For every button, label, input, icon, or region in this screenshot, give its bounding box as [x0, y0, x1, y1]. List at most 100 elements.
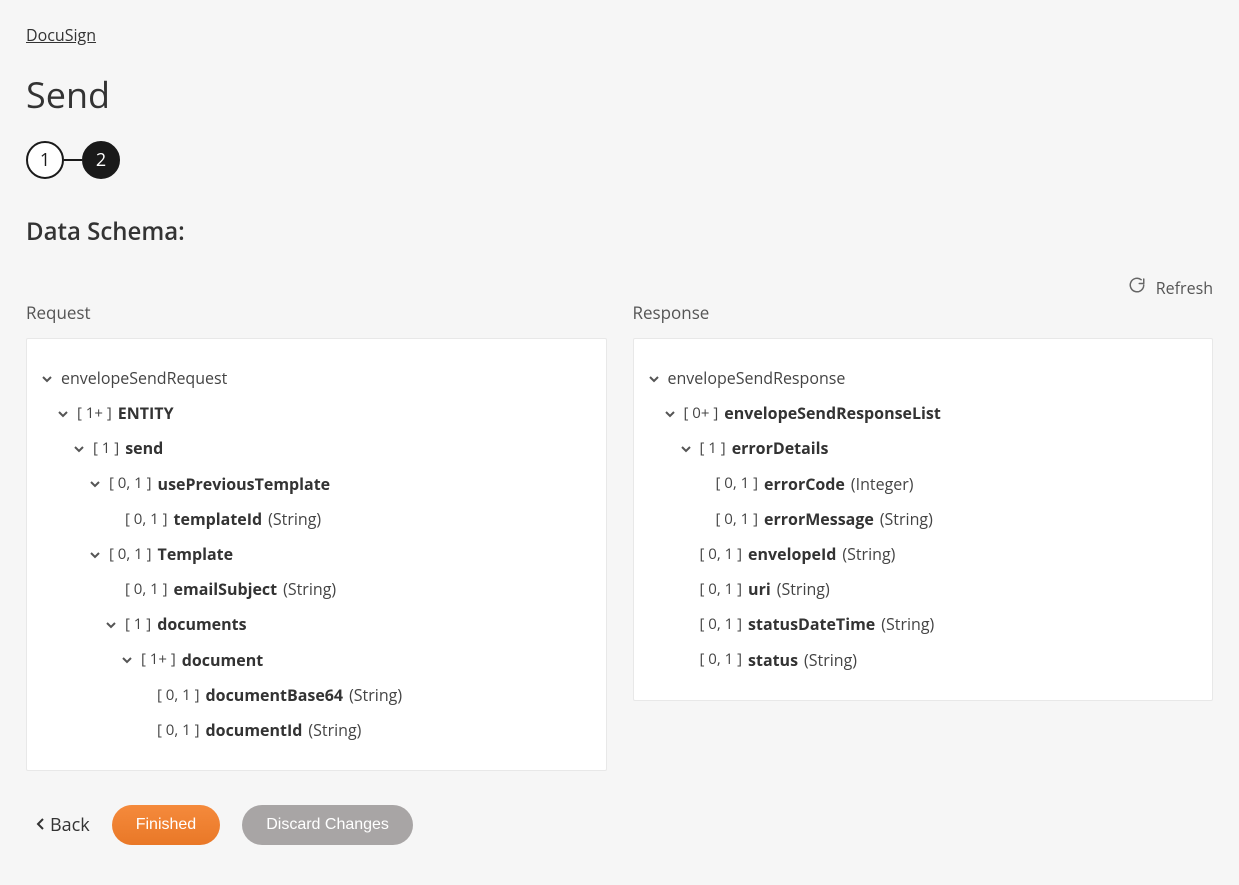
- finished-button[interactable]: Finished: [112, 805, 220, 845]
- cardinality: [ 0, 1 ]: [109, 542, 152, 568]
- response-column-title: Response: [633, 301, 1214, 324]
- cardinality: [ 0, 1 ]: [700, 577, 743, 603]
- step-2[interactable]: 2: [82, 141, 120, 179]
- cardinality: [ 0, 1 ]: [125, 577, 168, 603]
- chevron-down-icon[interactable]: [87, 476, 103, 492]
- tree-node-label: ENTITY: [118, 400, 174, 427]
- refresh-button[interactable]: Refresh: [1128, 276, 1213, 299]
- tree-leaf-spacer: [678, 547, 694, 563]
- back-label: Back: [50, 813, 90, 837]
- tree-leaf-spacer: [694, 476, 710, 492]
- cardinality: [ 0, 1 ]: [716, 507, 759, 533]
- chevron-down-icon[interactable]: [39, 371, 55, 387]
- request-column: Request envelopeSendRequest: [26, 301, 607, 771]
- tree-node-documentBase64[interactable]: [ 0, 1 ] documentBase64 (String): [135, 678, 594, 713]
- tree-leaf-spacer: [694, 511, 710, 527]
- tree-node-envelopeSendRequest[interactable]: envelopeSendRequest: [39, 361, 594, 396]
- tree-node-status[interactable]: [ 0, 1 ] status (String): [678, 643, 1201, 678]
- tree-node-type: (Integer): [851, 471, 914, 498]
- cardinality: [ 1 ]: [125, 612, 151, 638]
- cardinality: [ 1+ ]: [77, 401, 112, 427]
- tree-node-errorDetails[interactable]: [ 1 ] errorDetails: [678, 431, 1201, 466]
- tree-node-usePreviousTemplate[interactable]: [ 0, 1 ] usePreviousTemplate: [87, 467, 594, 502]
- chevron-down-icon[interactable]: [119, 652, 135, 668]
- tree-node-label: documentBase64: [206, 682, 344, 709]
- tree-node-type: (String): [777, 576, 830, 603]
- tree-leaf-spacer: [678, 617, 694, 633]
- tree-node-template[interactable]: [ 0, 1 ] Template: [87, 537, 594, 572]
- chevron-down-icon[interactable]: [55, 406, 71, 422]
- tree-node-errorCode[interactable]: [ 0, 1 ] errorCode (Integer): [694, 467, 1201, 502]
- tree-node-label: statusDateTime: [748, 611, 875, 638]
- tree-node-label: document: [182, 647, 263, 674]
- tree-node-templateId[interactable]: [ 0, 1 ] templateId (String): [103, 502, 594, 537]
- tree-node-label: usePreviousTemplate: [158, 471, 331, 498]
- tree-node-type: (String): [880, 506, 933, 533]
- tree-node-label: envelopeId: [748, 541, 836, 568]
- chevron-down-icon[interactable]: [646, 371, 662, 387]
- chevron-down-icon[interactable]: [71, 441, 87, 457]
- tree-node-type: (String): [842, 541, 895, 568]
- tree-node-documents[interactable]: [ 1 ] documents: [103, 607, 594, 642]
- tree-node-label: status: [748, 647, 798, 674]
- breadcrumb-docusign[interactable]: DocuSign: [26, 24, 96, 46]
- tree-node-envelopeSendResponseList[interactable]: [ 0+ ] envelopeSendResponseList: [662, 396, 1201, 431]
- tree-node-label: errorDetails: [732, 435, 829, 462]
- tree-leaf-spacer: [678, 582, 694, 598]
- tree-node-label: Template: [158, 541, 234, 568]
- page-title: Send: [26, 70, 1213, 119]
- tree-node-uri[interactable]: [ 0, 1 ] uri (String): [678, 572, 1201, 607]
- response-column: Response envelopeSendResponse: [633, 301, 1214, 771]
- tree-node-label: envelopeSendResponseList: [724, 400, 941, 427]
- cardinality: [ 1 ]: [93, 436, 119, 462]
- step-connector: [64, 159, 82, 161]
- tree-node-send[interactable]: [ 1 ] send: [71, 431, 594, 466]
- stepper: 1 2: [26, 141, 1213, 179]
- refresh-icon: [1128, 276, 1146, 299]
- tree-node-label: documents: [157, 611, 246, 638]
- tree-node-type: (String): [349, 682, 402, 709]
- chevron-down-icon[interactable]: [678, 441, 694, 457]
- tree-node-label: emailSubject: [174, 576, 278, 603]
- tree-node-errorMessage[interactable]: [ 0, 1 ] errorMessage (String): [694, 502, 1201, 537]
- tree-node-statusDateTime[interactable]: [ 0, 1 ] statusDateTime (String): [678, 607, 1201, 642]
- tree-node-envelopeId[interactable]: [ 0, 1 ] envelopeId (String): [678, 537, 1201, 572]
- chevron-left-icon: [36, 813, 46, 837]
- cardinality: [ 0, 1 ]: [157, 683, 200, 709]
- request-column-title: Request: [26, 301, 607, 324]
- back-button[interactable]: Back: [36, 813, 90, 837]
- tree-leaf-spacer: [135, 722, 151, 738]
- section-title-data-schema: Data Schema:: [26, 215, 1213, 248]
- cardinality: [ 0, 1 ]: [700, 647, 743, 673]
- cardinality: [ 0, 1 ]: [700, 542, 743, 568]
- tree-node-label: errorMessage: [764, 506, 874, 533]
- step-1[interactable]: 1: [26, 141, 64, 179]
- cardinality: [ 0, 1 ]: [109, 471, 152, 497]
- tree-node-type: (String): [268, 506, 321, 533]
- cardinality: [ 1 ]: [700, 436, 726, 462]
- tree-leaf-spacer: [103, 511, 119, 527]
- tree-leaf-spacer: [103, 582, 119, 598]
- response-panel: envelopeSendResponse [ 0+ ] envelopeSend…: [633, 338, 1214, 701]
- tree-node-document[interactable]: [ 1+ ] document: [119, 643, 594, 678]
- cardinality: [ 0, 1 ]: [125, 507, 168, 533]
- tree-node-label: envelopeSendResponse: [668, 365, 846, 392]
- tree-leaf-spacer: [135, 687, 151, 703]
- tree-node-type: (String): [308, 717, 361, 744]
- cardinality: [ 0, 1 ]: [157, 718, 200, 744]
- tree-node-type: (String): [283, 576, 336, 603]
- cardinality: [ 0, 1 ]: [716, 471, 759, 497]
- tree-node-label: errorCode: [764, 471, 845, 498]
- chevron-down-icon[interactable]: [103, 617, 119, 633]
- tree-node-emailSubject[interactable]: [ 0, 1 ] emailSubject (String): [103, 572, 594, 607]
- tree-node-documentId[interactable]: [ 0, 1 ] documentId (String): [135, 713, 594, 748]
- tree-node-entity[interactable]: [ 1+ ] ENTITY: [55, 396, 594, 431]
- tree-node-label: templateId: [174, 506, 263, 533]
- chevron-down-icon[interactable]: [87, 547, 103, 563]
- tree-node-type: (String): [804, 647, 857, 674]
- tree-node-label: documentId: [206, 717, 303, 744]
- chevron-down-icon[interactable]: [662, 406, 678, 422]
- tree-node-envelopeSendResponse[interactable]: envelopeSendResponse: [646, 361, 1201, 396]
- refresh-label: Refresh: [1156, 277, 1213, 299]
- discard-changes-button[interactable]: Discard Changes: [242, 805, 413, 845]
